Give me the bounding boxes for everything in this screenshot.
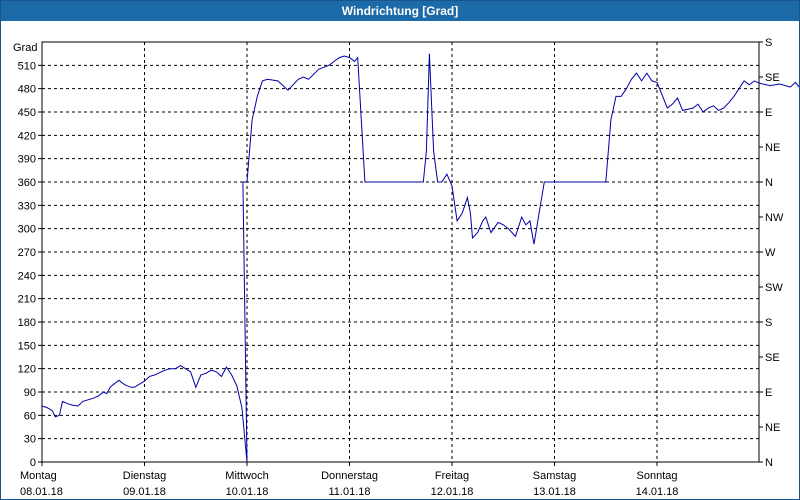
right-tick-label: NE — [765, 422, 780, 434]
y-tick-label: 210 — [18, 294, 36, 306]
y-tick-label: 180 — [18, 317, 36, 329]
x-tick-day: Mittwoch — [225, 470, 268, 482]
y-tick-label: 360 — [18, 177, 36, 189]
line-chart: 0 30 60 90 120 150 180 210 240 270 300 330 360 390 420… — [13, 37, 799, 498]
right-tick-label: SE — [765, 72, 780, 84]
x-tick-date: 14.01.18 — [636, 486, 679, 498]
x-tick-day: Montag — [20, 470, 57, 482]
x-tick-date: 08.01.18 — [20, 486, 63, 498]
y-tick-label: 300 — [18, 224, 36, 236]
right-tick-label: S — [765, 317, 772, 329]
y-tick-label: 60 — [24, 410, 36, 422]
x-tick-day: Dienstag — [123, 470, 166, 482]
y-tick-label: 510 — [18, 60, 36, 72]
x-tick-date: 10.01.18 — [226, 486, 269, 498]
x-tick-date: 11.01.18 — [328, 486, 370, 498]
x-tick-day: Samstag — [533, 470, 576, 482]
x-tick-date: 09.01.18 — [123, 486, 166, 498]
right-tick-label: S — [765, 37, 772, 49]
x-tick-date: 12.01.18 — [431, 486, 474, 498]
right-tick-label: E — [765, 387, 772, 399]
chart-window: Windrichtung [Grad] 0 30 60 90 120 150 180 210 2… — [0, 0, 800, 500]
right-tick-label: E — [765, 107, 772, 119]
right-tick-label: W — [765, 247, 776, 259]
right-tick-label: SE — [765, 352, 780, 364]
x-tick-date: 13.01.18 — [533, 486, 576, 498]
plot-frame — [41, 41, 760, 463]
right-tick-label: N — [765, 457, 773, 469]
right-tick-label: SW — [765, 282, 783, 294]
y-tick-label: 30 — [24, 434, 36, 446]
y-tick-label: 450 — [18, 107, 36, 119]
right-tick-label: N — [765, 177, 773, 189]
x-tick-day: Freitag — [435, 470, 469, 482]
y-tick-label: 390 — [18, 154, 36, 166]
y-tick-label: 480 — [18, 84, 36, 96]
series-line — [41, 53, 799, 463]
x-tick-day: Sonntag — [637, 470, 678, 482]
right-tick-label: NE — [765, 142, 780, 154]
y-tick-label: 240 — [18, 270, 36, 282]
y-tick-label: 330 — [18, 200, 36, 212]
y-tick-label: 90 — [24, 387, 36, 399]
y-tick-label: 150 — [18, 340, 36, 352]
y-tick-label: 270 — [18, 247, 36, 259]
y-tick-label: 420 — [18, 130, 36, 142]
right-tick-label: NW — [765, 212, 784, 224]
y-tick-label: 0 — [30, 457, 36, 469]
y-axis-label: Grad — [13, 42, 37, 54]
y-tick-label: 120 — [18, 364, 36, 376]
x-tick-day: Donnerstag — [321, 470, 378, 482]
